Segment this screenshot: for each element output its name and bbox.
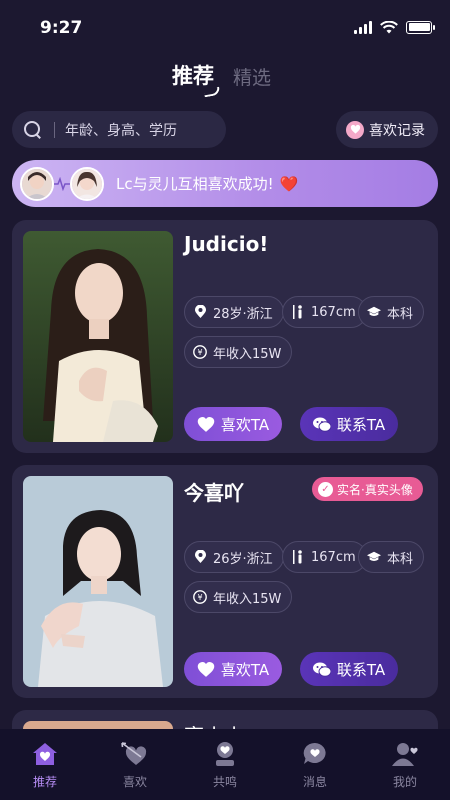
- heart-icon: [197, 417, 215, 432]
- like-button[interactable]: 喜欢TA: [184, 407, 282, 441]
- tab-indicator: [203, 86, 221, 98]
- like-button[interactable]: 喜欢TA: [184, 652, 282, 686]
- profile-photo[interactable]: [23, 476, 173, 687]
- heartbeat-icon: [54, 176, 70, 191]
- heart-emoji: ❤️: [279, 174, 299, 193]
- height-icon: [291, 305, 305, 319]
- education-text: 本科: [387, 306, 414, 322]
- like-record-button[interactable]: 喜欢记录: [336, 111, 438, 148]
- tab-label: 推荐: [32, 775, 57, 789]
- income-text: 年收入15W: [213, 591, 282, 607]
- avatar: [20, 166, 54, 201]
- status-bar: 9:27: [0, 0, 450, 56]
- tab-label: 消息: [302, 775, 327, 789]
- income-chip: ¥ 年收入15W: [184, 581, 293, 613]
- wifi-icon: [380, 20, 398, 33]
- profile-card[interactable]: 今喜吖 ✓ 实名·真实头像 26岁·浙江 167cm 本科 ¥ 年收入15W 喜…: [12, 465, 438, 698]
- resonance-icon: [210, 739, 240, 769]
- search-divider: [54, 121, 55, 138]
- heart-icon: [197, 662, 215, 677]
- height-text: 167cm: [311, 304, 356, 320]
- income-text: 年收入15W: [213, 346, 282, 362]
- profile-name: Judicio!: [184, 232, 269, 256]
- avatar: [70, 166, 104, 201]
- like-record-label: 喜欢记录: [369, 122, 425, 139]
- age-region-chip: 26岁·浙江: [184, 541, 284, 573]
- status-time: 9:27: [40, 18, 83, 38]
- yen-coin-icon: ¥: [193, 590, 207, 604]
- tab-message-nav[interactable]: 消息: [270, 729, 360, 800]
- contact-button-label: 联系TA: [336, 660, 386, 679]
- wechat-icon: [312, 417, 331, 432]
- search-placeholder: 年龄、身高、学历: [65, 122, 177, 139]
- battery-icon: [406, 20, 435, 34]
- tab-like-nav[interactable]: 喜欢: [90, 729, 180, 800]
- bottom-tab-bar: 推荐 喜欢 共鸣 消息 我的: [0, 729, 450, 800]
- location-pin-icon: [193, 305, 207, 319]
- tab-featured[interactable]: 精选: [233, 63, 271, 90]
- search-bar[interactable]: 年龄、身高、学历: [12, 111, 226, 148]
- svg-text:¥: ¥: [197, 593, 202, 602]
- status-icons: [354, 20, 435, 34]
- education-text: 本科: [387, 551, 414, 567]
- like-button-label: 喜欢TA: [220, 660, 270, 679]
- contact-button[interactable]: 联系TA: [300, 407, 398, 441]
- graduation-cap-icon: [367, 550, 381, 564]
- verified-text: 实名·真实头像: [337, 482, 413, 497]
- income-chip: ¥ 年收入15W: [184, 336, 293, 368]
- tab-resonance-nav[interactable]: 共鸣: [180, 729, 270, 800]
- tab-label: 喜欢: [122, 775, 147, 789]
- top-tabs: 推荐 精选: [0, 58, 450, 98]
- like-button-label: 喜欢TA: [220, 415, 270, 434]
- height-icon: [291, 550, 305, 564]
- profile-photo[interactable]: [23, 231, 173, 442]
- match-banner[interactable]: Lc与灵儿互相喜欢成功! ❤️: [12, 160, 438, 207]
- tab-profile-nav[interactable]: 我的: [360, 729, 450, 800]
- graduation-cap-icon: [367, 305, 381, 319]
- yen-coin-icon: ¥: [193, 345, 207, 359]
- height-text: 167cm: [311, 549, 356, 565]
- tab-recommend-nav[interactable]: 推荐: [0, 729, 90, 800]
- tab-recommend[interactable]: 推荐: [172, 60, 214, 90]
- location-pin-icon: [193, 550, 207, 564]
- profile-icon: [390, 739, 420, 769]
- heart-icon: [346, 120, 364, 139]
- match-text: Lc与灵儿互相喜欢成功!: [116, 175, 274, 193]
- age-region-text: 28岁·浙江: [213, 306, 273, 322]
- svg-text:¥: ¥: [197, 348, 202, 357]
- education-chip: 本科: [358, 541, 425, 573]
- wechat-icon: [312, 662, 331, 677]
- height-chip: 167cm: [282, 296, 367, 328]
- age-region-chip: 28岁·浙江: [184, 296, 284, 328]
- profile-name: 今喜吖: [184, 481, 244, 505]
- height-chip: 167cm: [282, 541, 367, 573]
- contact-button[interactable]: 联系TA: [300, 652, 398, 686]
- signal-icon: [354, 20, 372, 34]
- arrow-heart-icon: [120, 739, 150, 769]
- verified-badge: ✓ 实名·真实头像: [312, 477, 423, 501]
- education-chip: 本科: [358, 296, 425, 328]
- search-icon: [24, 120, 42, 139]
- message-icon: [300, 739, 330, 769]
- tab-label: 共鸣: [212, 775, 237, 789]
- tab-label: 我的: [392, 775, 417, 789]
- home-heart-icon: [30, 739, 60, 769]
- profile-card[interactable]: Judicio! 28岁·浙江 167cm 本科 ¥ 年收入15W 喜欢TA 联…: [12, 220, 438, 453]
- verified-check-icon: ✓: [318, 481, 333, 497]
- contact-button-label: 联系TA: [336, 415, 386, 434]
- age-region-text: 26岁·浙江: [213, 551, 273, 567]
